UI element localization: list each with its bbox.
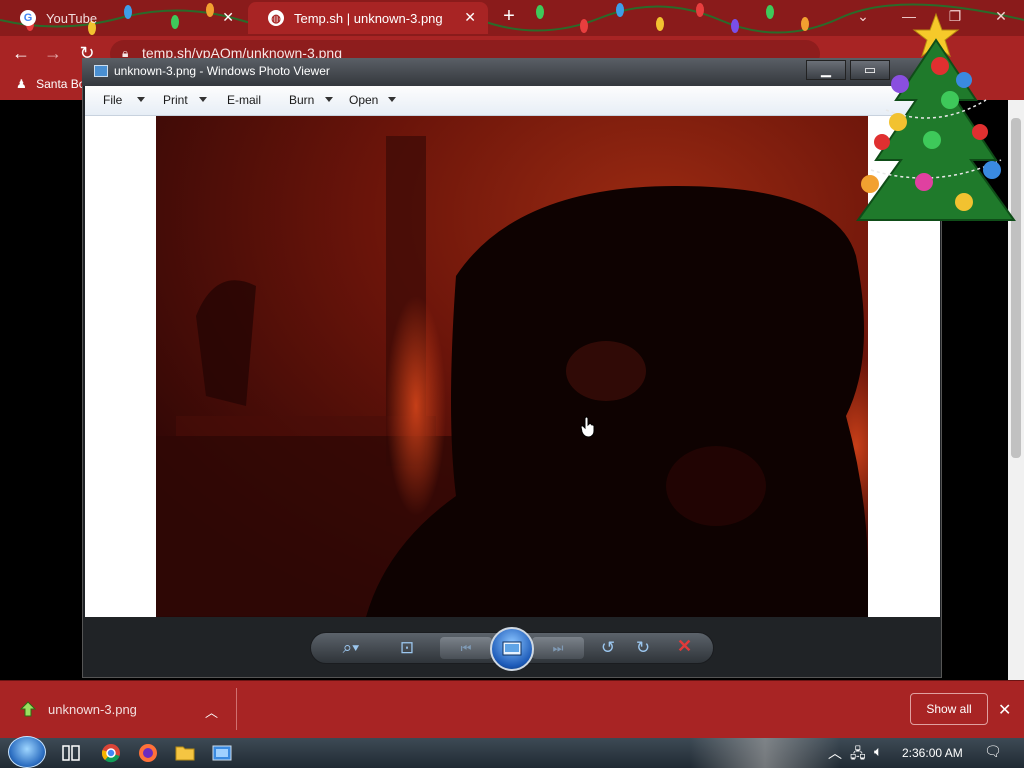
tab-label: YouTube xyxy=(46,10,98,26)
next-button[interactable]: ⏭ xyxy=(532,637,584,659)
network-icon[interactable]: 🖧︎ xyxy=(850,743,866,767)
tab-youtube[interactable]: G YouTube ✕ xyxy=(0,2,246,34)
chevron-down-icon[interactable] xyxy=(388,97,396,102)
menu-print[interactable]: Print xyxy=(163,93,188,107)
show-all-button[interactable]: Show all xyxy=(910,693,988,725)
photo-viewer-icon[interactable] xyxy=(211,743,233,763)
rotate-counterclockwise-icon[interactable]: ↺ xyxy=(597,638,619,658)
photo-viewer-menu-bar xyxy=(85,86,940,116)
chrome-icon[interactable] xyxy=(100,743,122,763)
menu-file[interactable]: File xyxy=(103,93,122,107)
zoom-icon[interactable]: ⌕▾ xyxy=(340,638,362,658)
chevron-up-icon[interactable]: ︿ xyxy=(828,743,842,763)
next-icon: ⏭ xyxy=(552,641,564,655)
photo-viewer-app-icon xyxy=(94,65,108,77)
close-tab-icon[interactable]: ✕ xyxy=(464,9,476,26)
back-icon[interactable]: ← xyxy=(10,42,32,64)
download-file-name: unknown-3.png xyxy=(48,702,137,717)
menu-email[interactable]: E-mail xyxy=(227,93,261,107)
menu-burn[interactable]: Burn xyxy=(289,93,314,107)
globe-icon: ◍ xyxy=(268,10,284,26)
new-tab-button[interactable]: + xyxy=(498,6,520,28)
volume-icon[interactable]: 🔈︎ xyxy=(874,743,882,760)
close-download-shelf-icon[interactable]: ✕ xyxy=(998,700,1011,720)
forward-icon[interactable]: → xyxy=(42,42,64,64)
bookmark-label: Santa Bo xyxy=(36,77,86,91)
google-icon: G xyxy=(20,10,36,26)
file-explorer-icon[interactable] xyxy=(174,743,196,763)
bookmark-icon: ♟ xyxy=(16,77,27,91)
download-divider xyxy=(236,688,237,730)
chevron-up-icon[interactable]: ︿ xyxy=(205,702,218,721)
task-view-icon[interactable] xyxy=(60,743,82,763)
chevron-down-icon[interactable] xyxy=(199,97,207,102)
christmas-tree-decoration xyxy=(856,12,1016,221)
chevron-down-icon[interactable] xyxy=(325,97,333,102)
pv-minimize-button[interactable]: ▁ xyxy=(806,60,846,80)
hand-cursor-icon xyxy=(580,416,595,438)
displayed-photo[interactable] xyxy=(156,116,868,617)
actual-size-icon[interactable]: ⊡ xyxy=(396,638,418,658)
bookmark-santa[interactable]: ♟ Santa Bo xyxy=(16,77,85,91)
chevron-down-icon[interactable] xyxy=(137,97,145,102)
tab-label: Temp.sh | unknown-3.png xyxy=(294,10,443,26)
slideshow-icon xyxy=(502,641,522,656)
slideshow-button[interactable] xyxy=(490,627,534,671)
file-icon xyxy=(20,701,36,717)
taskbar-wallpaper-glimpse xyxy=(690,738,840,768)
close-tab-icon[interactable]: ✕ xyxy=(222,9,234,26)
previous-button[interactable]: ⏮ xyxy=(440,637,492,659)
menu-open[interactable]: Open xyxy=(349,93,378,107)
previous-icon: ⏮ xyxy=(460,641,472,655)
start-orb-icon[interactable] xyxy=(8,736,46,768)
photo-viewer-title: unknown-3.png - Windows Photo Viewer xyxy=(114,64,330,78)
notifications-icon[interactable]: 🗨︎ xyxy=(984,743,1002,760)
firefox-icon[interactable] xyxy=(137,743,159,763)
delete-icon[interactable]: ✕ xyxy=(677,636,692,657)
taskbar-clock[interactable]: 2:36:00 AM xyxy=(902,746,963,760)
tab-temp-sh[interactable]: ◍ Temp.sh | unknown-3.png ✕ xyxy=(248,2,488,34)
rotate-clockwise-icon[interactable]: ↻ xyxy=(632,638,654,658)
